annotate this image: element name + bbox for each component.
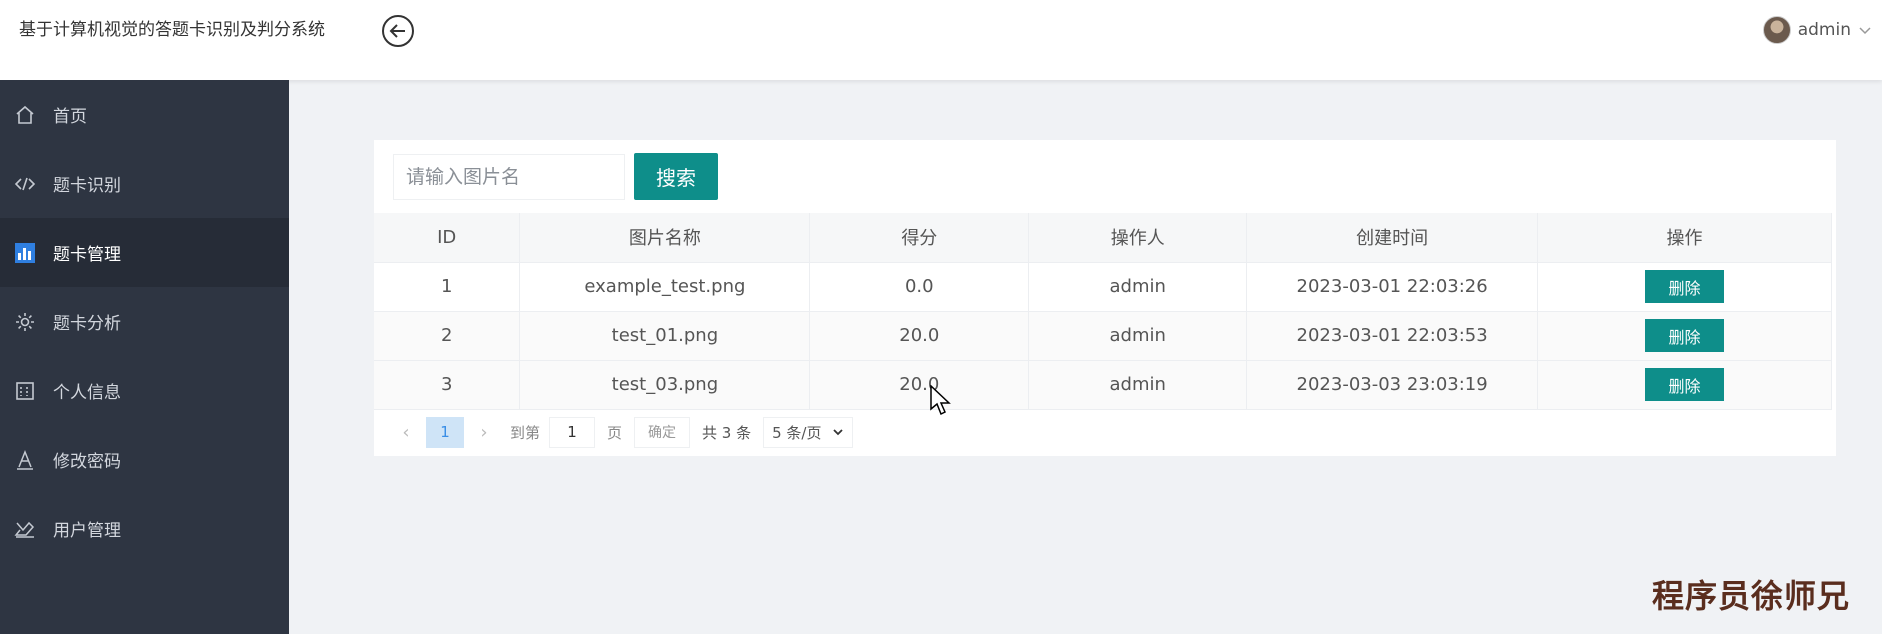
- cell-name: test_01.png: [519, 311, 811, 361]
- sidebar-item-label: 修改密码: [53, 452, 121, 472]
- sidebar-item-user-management[interactable]: 用户管理: [0, 494, 289, 563]
- cell-name: test_03.png: [519, 360, 811, 410]
- cell-created: 2023-03-03 23:03:19: [1246, 360, 1539, 410]
- user-manage-icon: [13, 517, 37, 541]
- cell-created: 2023-03-01 22:03:26: [1246, 262, 1539, 312]
- watermark-text: 程序员徐师兄: [1652, 577, 1851, 615]
- id-card-icon: [13, 379, 37, 403]
- table-row: 1 example_test.png 0.0 admin 2023-03-01 …: [374, 262, 1832, 312]
- search-input[interactable]: [393, 154, 625, 200]
- app-title: 基于计算机视觉的答题卡识别及判分系统: [19, 20, 325, 40]
- sidebar: 首页 题卡识别 题卡管理 题卡分析 个人信息 修改密码 用户管理: [0, 80, 289, 634]
- cell-id: 3: [374, 360, 521, 410]
- prev-page-icon[interactable]: ‹: [392, 422, 420, 443]
- chevron-down-icon: [833, 429, 843, 436]
- cell-action: 删除: [1537, 311, 1832, 361]
- page-number[interactable]: 1: [426, 416, 464, 448]
- sidebar-item-label: 首页: [53, 107, 87, 127]
- cell-score: 20.0: [809, 311, 1030, 361]
- table-row: 3 test_03.png 20.0 admin 2023-03-03 23:0…: [374, 360, 1832, 410]
- page-label: 页: [607, 423, 623, 442]
- sidebar-item-home[interactable]: 首页: [0, 80, 289, 149]
- gear-icon: [13, 310, 37, 334]
- cell-action: 删除: [1537, 262, 1832, 312]
- column-header-name: 图片名称: [519, 213, 811, 263]
- cell-score: 0.0: [809, 262, 1030, 312]
- sidebar-item-label: 题卡识别: [53, 176, 121, 196]
- top-header: 基于计算机视觉的答题卡识别及判分系统 admin: [0, 0, 1882, 80]
- table-row: 2 test_01.png 20.0 admin 2023-03-01 22:0…: [374, 311, 1832, 361]
- column-header-operator: 操作人: [1028, 213, 1248, 263]
- home-icon: [13, 103, 37, 127]
- total-count: 共 3 条: [702, 423, 752, 442]
- user-name: admin: [1797, 20, 1851, 40]
- sidebar-item-recognition[interactable]: 题卡识别: [0, 149, 289, 218]
- chart-icon: [13, 241, 37, 265]
- avatar: [1762, 16, 1791, 44]
- cell-created: 2023-03-01 22:03:53: [1246, 311, 1539, 361]
- cell-id: 2: [374, 311, 521, 361]
- back-button[interactable]: [382, 15, 414, 47]
- column-header-action: 操作: [1537, 213, 1832, 263]
- user-menu[interactable]: admin: [1762, 14, 1872, 46]
- column-header-created: 创建时间: [1246, 213, 1539, 263]
- pagination: ‹ 1 › 到第 页 确定 共 3 条 5 条/页: [392, 416, 854, 448]
- sidebar-item-label: 个人信息: [53, 383, 121, 403]
- chevron-down-icon: [1859, 27, 1871, 35]
- goto-page-input[interactable]: [549, 416, 596, 448]
- next-page-icon[interactable]: ›: [470, 422, 498, 443]
- cell-id: 1: [374, 262, 521, 312]
- page-size-label: 5 条/页: [772, 423, 822, 442]
- cell-action: 删除: [1537, 360, 1832, 410]
- card-table: ID 图片名称 得分 操作人 创建时间 操作 1 example_test.pn…: [374, 213, 1832, 410]
- cell-name: example_test.png: [519, 262, 811, 312]
- main-panel: 搜索 ID 图片名称 得分 操作人 创建时间 操作 1 example_test…: [374, 140, 1836, 456]
- column-header-score: 得分: [809, 213, 1030, 263]
- page-size-select[interactable]: 5 条/页: [763, 416, 854, 448]
- sidebar-item-profile[interactable]: 个人信息: [0, 356, 289, 425]
- goto-label: 到第: [510, 423, 541, 442]
- sidebar-item-label: 题卡管理: [53, 245, 121, 265]
- cell-operator: admin: [1028, 311, 1248, 361]
- sidebar-item-card-management[interactable]: 题卡管理: [0, 218, 289, 287]
- column-header-id: ID: [374, 213, 521, 263]
- mouse-cursor-icon: [930, 385, 951, 416]
- search-button[interactable]: 搜索: [634, 153, 718, 200]
- sidebar-item-analysis[interactable]: 题卡分析: [0, 287, 289, 356]
- delete-button[interactable]: 删除: [1645, 270, 1725, 303]
- font-icon: [13, 448, 37, 472]
- cell-operator: admin: [1028, 360, 1248, 410]
- delete-button[interactable]: 删除: [1645, 319, 1725, 352]
- cell-score: 20.0: [809, 360, 1030, 410]
- sidebar-item-change-password[interactable]: 修改密码: [0, 425, 289, 494]
- delete-button[interactable]: 删除: [1645, 368, 1725, 401]
- sidebar-item-label: 用户管理: [53, 521, 121, 541]
- goto-confirm-button[interactable]: 确定: [634, 416, 691, 448]
- cell-operator: admin: [1028, 262, 1248, 312]
- sidebar-item-label: 题卡分析: [53, 314, 121, 334]
- code-icon: [13, 172, 37, 196]
- table-header-row: ID 图片名称 得分 操作人 创建时间 操作: [374, 213, 1832, 263]
- arrow-left-icon: [389, 24, 405, 38]
